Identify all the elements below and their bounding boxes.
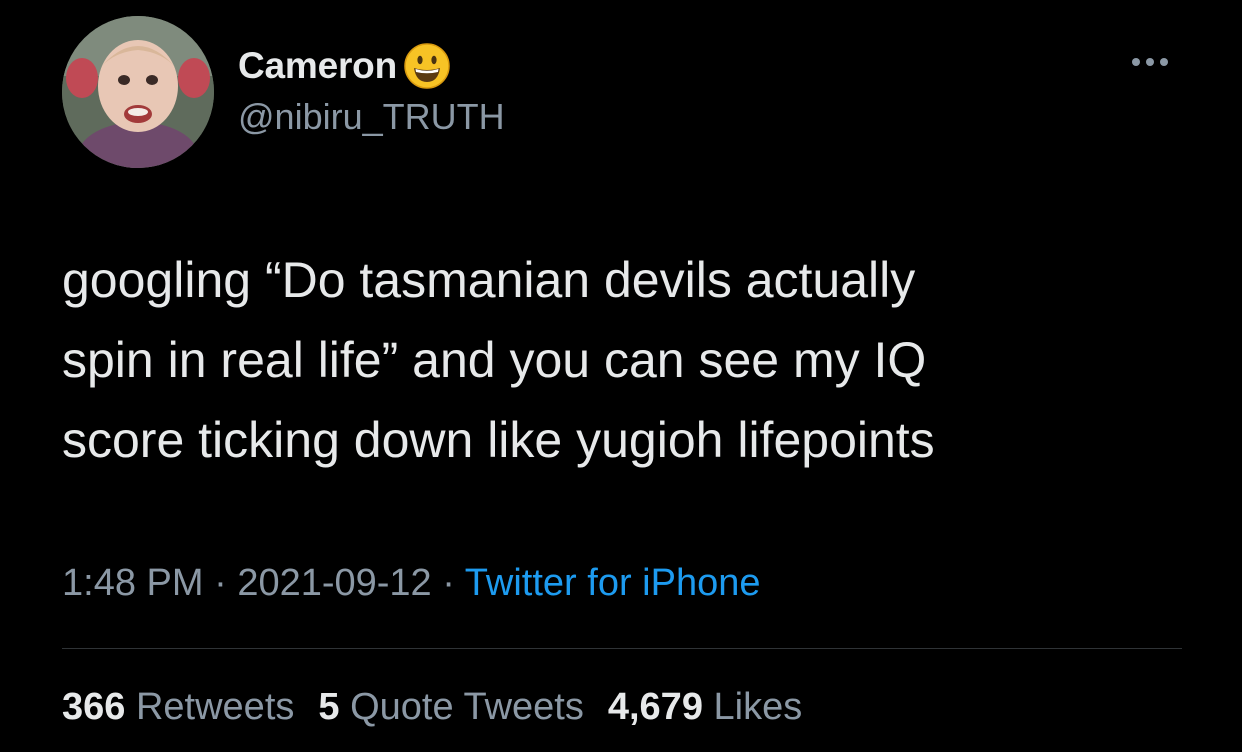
- likes-count: 4,679: [607, 686, 703, 728]
- more-options-dot: [1160, 58, 1168, 66]
- meta-separator: ·: [203, 562, 238, 604]
- retweets-stat[interactable]: 366 Retweets: [62, 686, 294, 728]
- tweet-time[interactable]: 1:48 PM: [62, 562, 204, 604]
- smiling-face-emoji-icon: [403, 42, 451, 90]
- likes-stat[interactable]: 4,679 Likes: [608, 686, 802, 728]
- more-options-dot: [1132, 58, 1140, 66]
- author-handle[interactable]: @nibiru_TRUTH: [238, 96, 505, 138]
- author-name-row[interactable]: Cameron: [238, 42, 451, 90]
- more-options-icon[interactable]: [1122, 50, 1178, 74]
- tweet-stats: 366 Retweets 5 Quote Tweets 4,679 Likes: [62, 686, 802, 729]
- more-options-dot: [1146, 58, 1154, 66]
- tweet-source-link[interactable]: Twitter for iPhone: [465, 562, 761, 604]
- tweet-text: googling “Do tasmanian devils actually s…: [62, 252, 935, 468]
- quote-tweets-stat[interactable]: 5 Quote Tweets: [318, 686, 583, 728]
- meta-separator: ·: [431, 562, 465, 604]
- tweet-meta: 1:48 PM · 2021-09-12 · Twitter for iPhon…: [62, 562, 760, 605]
- tweet-date[interactable]: 2021-09-12: [237, 562, 431, 604]
- avatar-photo: [62, 16, 214, 168]
- avatar[interactable]: [62, 16, 214, 168]
- quote-tweets-label: Quote Tweets: [350, 686, 584, 728]
- quote-tweets-count: 5: [318, 686, 340, 728]
- likes-label: Likes: [713, 686, 803, 728]
- retweets-count: 366: [62, 686, 126, 728]
- divider: [62, 648, 1182, 649]
- retweets-label: Retweets: [135, 686, 295, 728]
- author-display-name[interactable]: Cameron: [238, 45, 397, 87]
